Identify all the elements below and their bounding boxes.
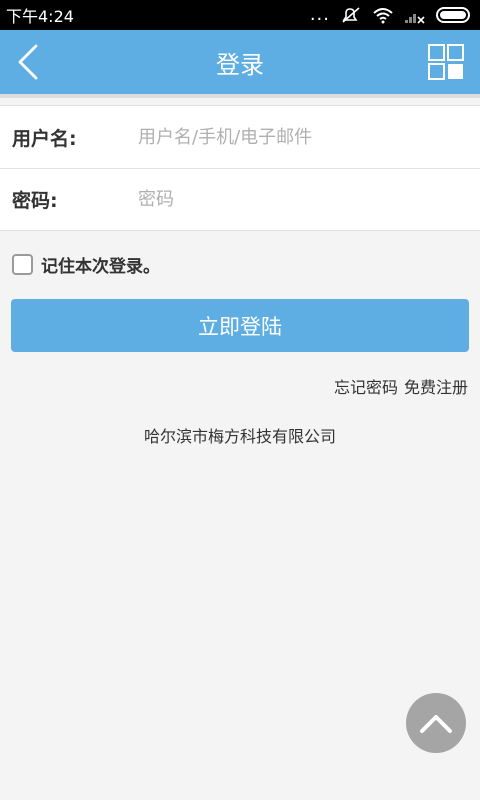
login-button[interactable]: 立即登陆 [11, 299, 469, 352]
login-form: 用户名: 密码: [0, 105, 480, 231]
password-input[interactable] [138, 179, 480, 220]
grid-icon [428, 44, 464, 80]
status-time: 下午4:24 [6, 7, 74, 26]
wifi-icon [372, 6, 394, 24]
remember-login-option[interactable]: 记住本次登录。 [12, 252, 160, 277]
remember-label: 记住本次登录。 [41, 256, 160, 277]
password-row: 密码: [0, 168, 480, 230]
password-label: 密码: [12, 190, 58, 212]
remember-checkbox[interactable] [12, 253, 33, 275]
back-button[interactable] [14, 44, 44, 80]
username-label: 用户名: [12, 127, 77, 150]
chevron-up-icon [420, 715, 452, 733]
header-divider [0, 94, 480, 98]
forgot-password-link[interactable]: 忘记密码 [334, 374, 398, 398]
page-title: 登录 [216, 50, 264, 79]
silent-mode-icon [340, 6, 362, 24]
scroll-top-button[interactable] [406, 693, 466, 753]
signal-icon [404, 6, 426, 24]
battery-icon [436, 6, 472, 24]
status-bar: 下午4:24 ... [0, 0, 480, 30]
more-dots-icon: ... [309, 4, 330, 25]
company-name: 哈尔滨市梅方科技有限公司 [143, 427, 336, 446]
account-links: 忘记密码 免费注册 [334, 374, 468, 398]
back-arrow-icon [18, 44, 38, 80]
register-link[interactable]: 免费注册 [404, 374, 468, 398]
username-input[interactable] [138, 117, 480, 157]
username-row: 用户名: [0, 106, 480, 168]
menu-grid-button[interactable] [428, 44, 464, 80]
app-header: 登录 [0, 30, 480, 94]
status-icons: ... [310, 6, 472, 24]
